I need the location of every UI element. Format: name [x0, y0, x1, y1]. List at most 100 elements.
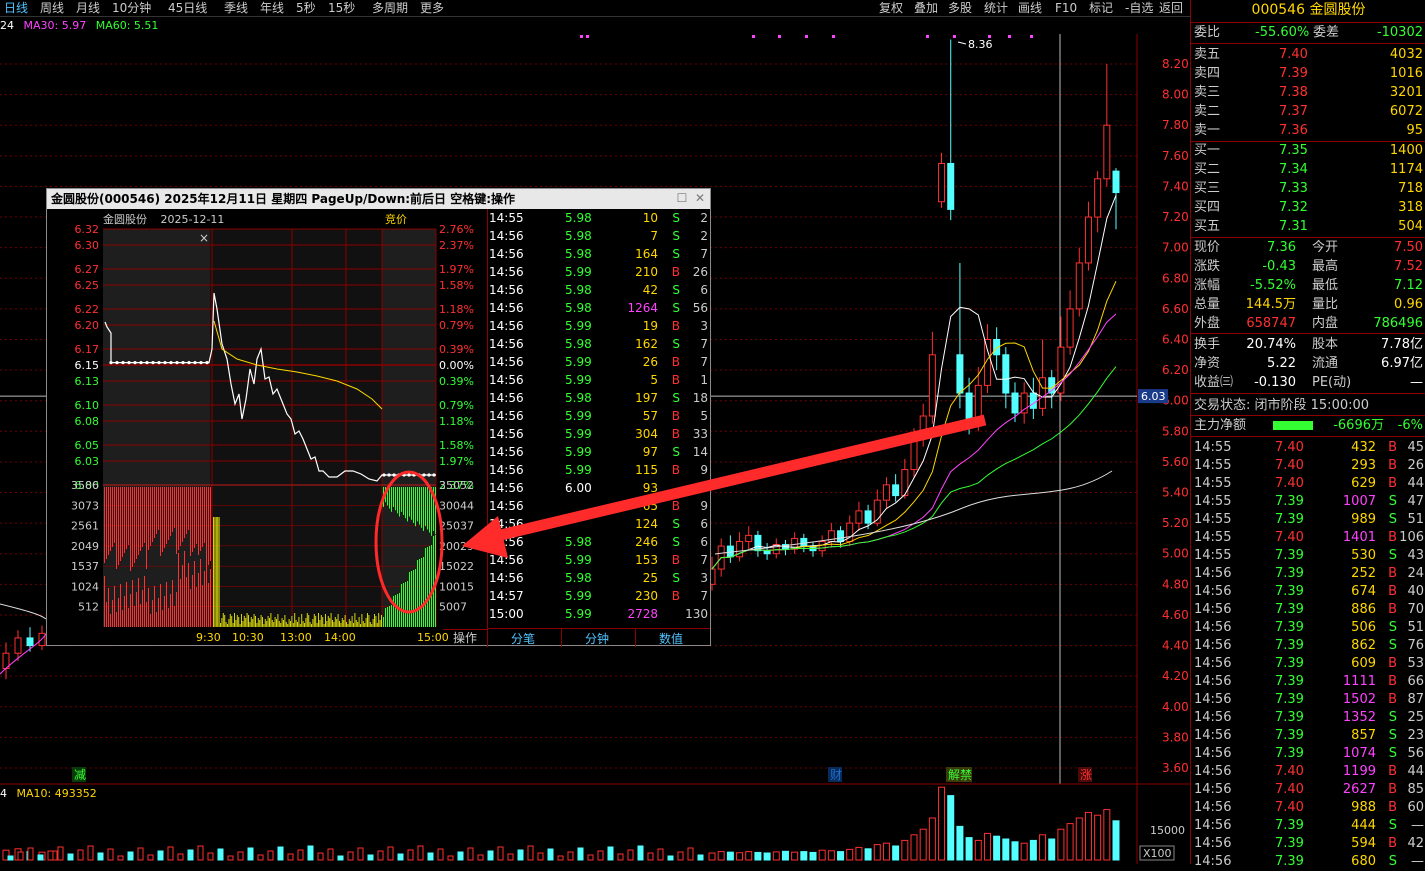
candle-body [1066, 308, 1074, 348]
toolbar-button[interactable]: 叠加 [914, 0, 938, 16]
volume-bar [837, 851, 845, 861]
intraday-vol-bar [188, 563, 189, 627]
period-tab[interactable]: 周线 [40, 0, 64, 16]
volume-bar [983, 832, 991, 861]
order-price: 7.32 [1279, 200, 1308, 215]
intraday-vol-bar [241, 614, 242, 627]
popup-tab[interactable]: 分钟 [585, 630, 609, 647]
intraday-vol-bar [154, 586, 155, 627]
volume-ma-bar: 4 MA10: 493352 [0, 786, 97, 801]
tick-price: 7.39 [1275, 656, 1304, 671]
stat-value: — [1410, 375, 1423, 390]
tick-count: 14 [692, 445, 708, 459]
period-tab[interactable]: 年线 [260, 0, 284, 16]
candle-body [928, 354, 936, 417]
stat-value: 7.52 [1394, 259, 1423, 274]
popup-title[interactable]: 金圆股份(000546) 2025年12月11日 星期四 PageUp/Down… [47, 189, 710, 209]
intraday-price-label: 6.13 [75, 375, 100, 388]
tick-time: 14:56 [489, 301, 524, 315]
intraday-vol-bar [166, 582, 167, 627]
period-tab[interactable]: 5秒 [296, 0, 316, 16]
stat-label: 最低 [1312, 278, 1339, 293]
intraday-auction-bar [194, 487, 195, 548]
intraday-chart[interactable]: 6.32 2.76% 6.30 2.37% 6.27 1.97% 6.25 1.58% 6.22… [47, 209, 487, 647]
volume-bar [97, 852, 104, 861]
stat-label: 外盘 [1194, 316, 1221, 331]
volume-bar [137, 847, 144, 861]
tick-side: B [671, 319, 680, 333]
popup-tick-row: 14:56 5.99 19 B 3 [487, 317, 710, 335]
stat-row: 外盘 658747 内盘 786496 [1191, 314, 1425, 333]
intraday-vol-bar [178, 553, 179, 627]
toolbar-button[interactable]: 多股 [948, 0, 972, 16]
intraday-vol-bar [214, 517, 216, 627]
tick-time: 14:55 [1194, 548, 1232, 563]
day-detail-popup[interactable]: 金圆股份(000546) 2025年12月11日 星期四 PageUp/Down… [46, 188, 711, 647]
maximize-icon[interactable]: ☐ [675, 191, 689, 205]
tick-count: 51 [1407, 620, 1424, 635]
intraday-auction-bar [401, 487, 402, 512]
tick-time: 14:56 [489, 517, 524, 531]
intraday-vol-label-right: 25037 [439, 520, 474, 533]
volume-bar [607, 846, 614, 861]
tick-side: S [672, 517, 680, 531]
toolbar-button[interactable]: 标记 [1089, 0, 1113, 16]
tick-count: 7 [700, 589, 708, 603]
period-tab[interactable]: 15秒 [328, 0, 355, 16]
period-tab[interactable]: 更多 [420, 0, 444, 16]
close-icon[interactable]: ✕ [693, 191, 707, 205]
intraday-auction-bar [150, 487, 151, 546]
quote-panel: 000546 金圆股份 委比 -55.60% 委差 -10302 卖五 7.40 4032 卖… [1190, 0, 1425, 869]
intraday-vol-bar [246, 613, 248, 627]
intraday-auction-bar [196, 487, 197, 544]
tick-count: 70 [1407, 602, 1424, 617]
period-tab[interactable]: 10分钟 [112, 0, 151, 16]
intraday-vol-bar [225, 622, 227, 627]
intraday-vol-bar [150, 614, 151, 627]
order-label: 卖三 [1194, 85, 1221, 100]
popup-tab[interactable]: 分笔 [511, 630, 535, 647]
candle-body [763, 550, 771, 555]
toolbar-button[interactable]: 画线 [1018, 0, 1042, 16]
toolbar-button[interactable]: -自选 [1125, 0, 1153, 16]
candle-body [745, 534, 753, 542]
popup-tick-row: 14:56 6.00 93 [487, 479, 710, 497]
event-marker-label: 解禁 [948, 768, 972, 782]
intraday-vol-bar [417, 560, 418, 627]
tick-time: 14:55 [1194, 530, 1232, 545]
tick-price: 7.39 [1275, 746, 1304, 761]
stat-label: 涨跌 [1194, 259, 1221, 274]
tick-price: 6.00 [565, 481, 592, 495]
volume-bar [873, 844, 881, 861]
tick-price: 7.40 [1275, 458, 1304, 473]
intraday-auction-bar [166, 487, 167, 544]
intraday-price-dot [417, 473, 421, 477]
volume-bar [577, 847, 584, 861]
toolbar-button[interactable]: 复权 [879, 0, 903, 16]
period-tab[interactable]: 季线 [224, 0, 248, 16]
stock-title[interactable]: 000546 金圆股份 [1191, 0, 1425, 20]
intraday-vol-bar [431, 545, 432, 627]
popup-tab[interactable]: 数值 [659, 630, 683, 647]
intraday-vol-bar [287, 624, 289, 627]
volume-bar [772, 851, 780, 861]
order-volume: 3201 [1389, 85, 1423, 100]
price-axis-label: 8.00 [1162, 88, 1189, 102]
volume-bar [287, 853, 294, 861]
toolbar-button[interactable]: 统计 [984, 0, 1008, 16]
order-volume: 1174 [1389, 162, 1423, 177]
toolbar-button[interactable]: F10 [1055, 0, 1077, 16]
period-tab[interactable]: 日线 [4, 0, 28, 16]
tick-volume: 115 [635, 463, 658, 477]
price-axis-label: 5.40 [1162, 486, 1189, 500]
side-tick-row: 14:56 7.40 1199 B 44 [1191, 762, 1425, 781]
period-tab[interactable]: 月线 [76, 0, 100, 16]
intraday-auction-bar [136, 487, 137, 559]
signal-dot [1008, 35, 1011, 38]
operate-button[interactable]: 操作 [443, 629, 487, 646]
volume-bar [1048, 838, 1056, 861]
toolbar-button[interactable]: 返回 [1159, 0, 1183, 16]
period-tab[interactable]: 多周期 [372, 0, 408, 16]
intraday-vol-bar [284, 615, 286, 627]
period-tab[interactable]: 45日线 [168, 0, 207, 16]
